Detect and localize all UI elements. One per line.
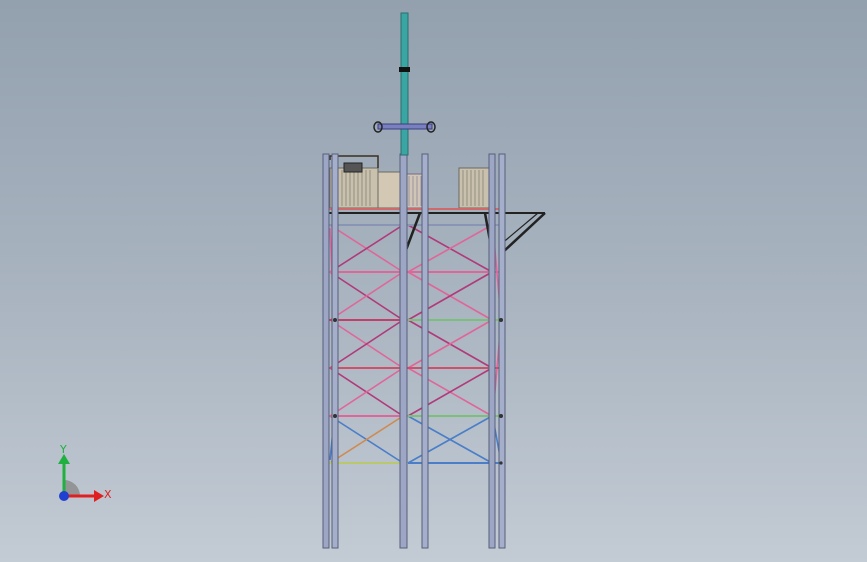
leg [399, 153, 408, 549]
orientation-triad: Y X [58, 443, 112, 502]
deck-equipment [329, 155, 492, 209]
joints [333, 318, 503, 465]
tower-model[interactable] [0, 0, 867, 562]
cantilever-support [502, 212, 546, 253]
cross-arm [377, 123, 433, 130]
antenna-mast [373, 12, 436, 156]
graphics-viewport[interactable]: Y X [0, 0, 867, 562]
mast-pole [400, 12, 409, 156]
leg [421, 153, 429, 549]
leg [322, 153, 330, 549]
x-arrow-icon [94, 490, 104, 502]
cabinet [377, 171, 403, 209]
lattice-bracing [329, 224, 502, 464]
equipment-unit [343, 162, 363, 173]
leg [488, 153, 496, 549]
cantilever-support [404, 212, 422, 251]
mast-collar [399, 67, 410, 72]
horizontal-members [328, 224, 503, 464]
x-axis-label: X [104, 488, 112, 501]
z-axis-icon [59, 491, 69, 501]
leg [498, 153, 506, 549]
y-axis-label: Y [59, 443, 67, 456]
leg [331, 153, 339, 549]
